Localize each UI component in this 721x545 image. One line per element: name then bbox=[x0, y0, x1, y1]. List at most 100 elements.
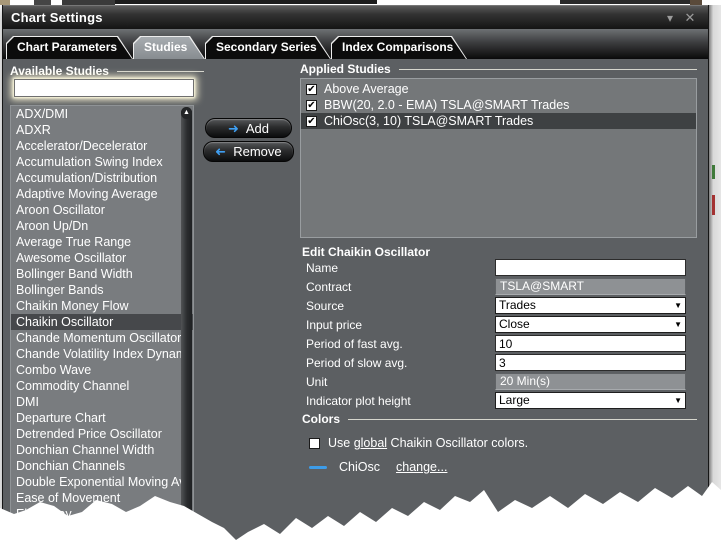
available-study-item[interactable]: Awesome Oscillator bbox=[11, 250, 193, 266]
available-study-item[interactable]: Donchian Channels bbox=[11, 458, 193, 474]
close-icon[interactable]: ✕ bbox=[680, 10, 700, 26]
checkbox-icon[interactable]: ✔ bbox=[306, 116, 317, 127]
scroll-up-icon[interactable]: ▲ bbox=[181, 107, 192, 119]
add-button[interactable]: ➜ Add bbox=[205, 118, 292, 138]
change-color-link[interactable]: change... bbox=[396, 460, 447, 474]
available-study-item[interactable]: Detrended Price Oscillator bbox=[11, 426, 193, 442]
available-study-item[interactable]: Commodity Channel bbox=[11, 378, 193, 394]
tab-strip: Chart ParametersStudiesSecondary SeriesI… bbox=[3, 29, 708, 59]
period-of-slow-avg-field[interactable] bbox=[495, 354, 686, 371]
tab-studies[interactable]: Studies bbox=[133, 36, 205, 59]
use-global-suffix: Chaikin Oscillator colors. bbox=[387, 436, 528, 450]
available-study-item[interactable]: Chande Volatility Index Dynami bbox=[11, 346, 193, 362]
minimize-icon[interactable]: ▾ bbox=[660, 11, 680, 25]
available-study-item[interactable]: Chaikin Money Flow bbox=[11, 298, 193, 314]
available-study-item[interactable]: Accelerator/Decelerator bbox=[11, 138, 193, 154]
use-global-colors-checkbox[interactable] bbox=[309, 438, 320, 449]
screen-edge-remnant bbox=[712, 195, 715, 215]
applied-studies-header: Applied Studies bbox=[300, 62, 697, 76]
header-rule bbox=[399, 69, 697, 70]
window-title: Chart Settings bbox=[11, 10, 660, 25]
study-search-input[interactable] bbox=[14, 79, 194, 97]
scrollbar[interactable]: ▲ bbox=[181, 107, 192, 544]
form-row-period-of-fast-avg: Period of fast avg. bbox=[302, 335, 692, 354]
add-button-label: Add bbox=[246, 121, 269, 136]
available-study-item[interactable]: Chaikin Oscillator bbox=[11, 314, 193, 330]
applied-study-row[interactable]: ✔BBW(20, 2.0 - EMA) TSLA@SMART Trades bbox=[301, 97, 696, 113]
available-study-item[interactable]: Donchian Channel Width bbox=[11, 442, 193, 458]
dropdown-arrow-icon: ▼ bbox=[674, 397, 682, 405]
indicator-plot-height-select[interactable]: Large ▼ bbox=[495, 392, 686, 409]
screen-edge-remnant bbox=[712, 165, 715, 179]
applied-study-row[interactable]: ✔ ChiOsc(3, 10) TSLA@SMART Trades bbox=[301, 113, 696, 129]
available-study-item[interactable]: DMI bbox=[11, 394, 193, 410]
screen-remnant bbox=[560, 0, 690, 4]
available-studies-list[interactable]: ▲ ADX/DMIADXRAccelerator/DeceleratorAccu… bbox=[10, 105, 194, 545]
input-price-select[interactable]: Close▼ bbox=[495, 316, 686, 333]
available-study-item[interactable]: Aroon Up/Dn bbox=[11, 218, 193, 234]
applied-study-label: Above Average bbox=[324, 82, 409, 96]
use-global-prefix: Use bbox=[328, 436, 354, 450]
available-study-item[interactable]: Departure Chart bbox=[11, 410, 193, 426]
tab-chart-parameters[interactable]: Chart Parameters bbox=[6, 36, 133, 59]
selected-option: Trades bbox=[499, 298, 536, 312]
title-bar[interactable]: Chart Settings ▾ ✕ bbox=[3, 5, 708, 29]
available-study-item[interactable]: Accumulation Swing Index bbox=[11, 154, 193, 170]
use-global-colors-row: Use global Chaikin Oscillator colors. bbox=[309, 436, 528, 450]
applied-studies-list[interactable]: ✔ Above Average✔BBW(20, 2.0 - EMA) TSLA@S… bbox=[300, 78, 697, 238]
form-row-input-price: Input price Close▼ bbox=[302, 316, 692, 335]
available-study-item[interactable]: Ease of Movement bbox=[11, 490, 193, 506]
applied-study-row[interactable]: ✔ Above Average bbox=[301, 81, 696, 97]
applied-study-label: ChiOsc(3, 10) TSLA@SMART Trades bbox=[324, 114, 533, 128]
remove-button[interactable]: ➜ Remove bbox=[203, 141, 294, 162]
available-study-item[interactable]: Double Exponential Moving Avg bbox=[11, 474, 193, 490]
field-label: Contract bbox=[306, 280, 351, 294]
field-label: Indicator plot height bbox=[306, 394, 411, 408]
tab-label: Chart Parameters bbox=[6, 36, 133, 58]
global-link[interactable]: global bbox=[354, 436, 387, 450]
available-study-item[interactable]: Elder-Ray bbox=[11, 506, 193, 522]
field-label: Input price bbox=[306, 318, 362, 332]
available-study-item[interactable]: ADXR bbox=[11, 122, 193, 138]
header-rule bbox=[348, 419, 697, 420]
available-study-item[interactable]: Average True Range bbox=[11, 234, 193, 250]
tab-index-comparisons[interactable]: Index Comparisons bbox=[331, 36, 467, 59]
selected-option: Large bbox=[499, 393, 530, 407]
field-label: Name bbox=[306, 261, 338, 275]
screen-remnant bbox=[690, 0, 702, 5]
form-row-name: Name bbox=[302, 259, 692, 278]
contract-field: TSLA@SMART bbox=[495, 278, 686, 295]
chiosc-swatch-label: ChiOsc bbox=[339, 460, 380, 474]
studies-tab-content: Available Studies ▲ ADX/DMIADXRAccelerat… bbox=[3, 59, 708, 545]
field-label: Source bbox=[306, 299, 344, 313]
screen-remnant bbox=[115, 0, 377, 4]
available-study-item[interactable]: Chande Momentum Oscillator bbox=[11, 330, 193, 346]
colors-header: Colors bbox=[302, 412, 697, 426]
checkbox-icon[interactable]: ✔ bbox=[306, 84, 317, 95]
arrow-right-icon: ➜ bbox=[228, 122, 239, 135]
field-label: Period of fast avg. bbox=[306, 337, 403, 351]
name-field[interactable] bbox=[495, 259, 686, 276]
dropdown-arrow-icon: ▼ bbox=[674, 302, 682, 310]
available-study-item[interactable]: ADX/DMI bbox=[11, 106, 193, 122]
checkbox-icon[interactable]: ✔ bbox=[306, 100, 317, 111]
available-study-item[interactable]: Bollinger Bands bbox=[11, 282, 193, 298]
selected-option: Close bbox=[499, 317, 530, 331]
screen-remnant bbox=[62, 0, 115, 5]
remove-button-label: Remove bbox=[233, 144, 281, 159]
chiosc-color-swatch bbox=[309, 466, 327, 469]
tab-label: Index Comparisons bbox=[331, 36, 467, 58]
available-studies-label: Available Studies bbox=[10, 64, 109, 78]
available-study-item[interactable]: Accumulation/Distribution bbox=[11, 170, 193, 186]
available-study-item[interactable]: Adaptive Moving Average bbox=[11, 186, 193, 202]
available-study-item[interactable]: Bollinger Band Width bbox=[11, 266, 193, 282]
available-study-item[interactable]: Combo Wave bbox=[11, 362, 193, 378]
tab-secondary-series[interactable]: Secondary Series bbox=[205, 36, 331, 59]
source-select[interactable]: Trades ▼ bbox=[495, 297, 686, 314]
period-of-fast-avg-field[interactable] bbox=[495, 335, 686, 352]
applied-studies-label: Applied Studies bbox=[300, 62, 391, 76]
available-study-item[interactable]: Aroon Oscillator bbox=[11, 202, 193, 218]
chart-settings-dialog: Chart Settings ▾ ✕ Chart ParametersStudi… bbox=[2, 5, 709, 545]
form-row-indicator-plot-height: Indicator plot height Large ▼ bbox=[302, 392, 692, 411]
tab-label: Studies bbox=[133, 36, 205, 58]
